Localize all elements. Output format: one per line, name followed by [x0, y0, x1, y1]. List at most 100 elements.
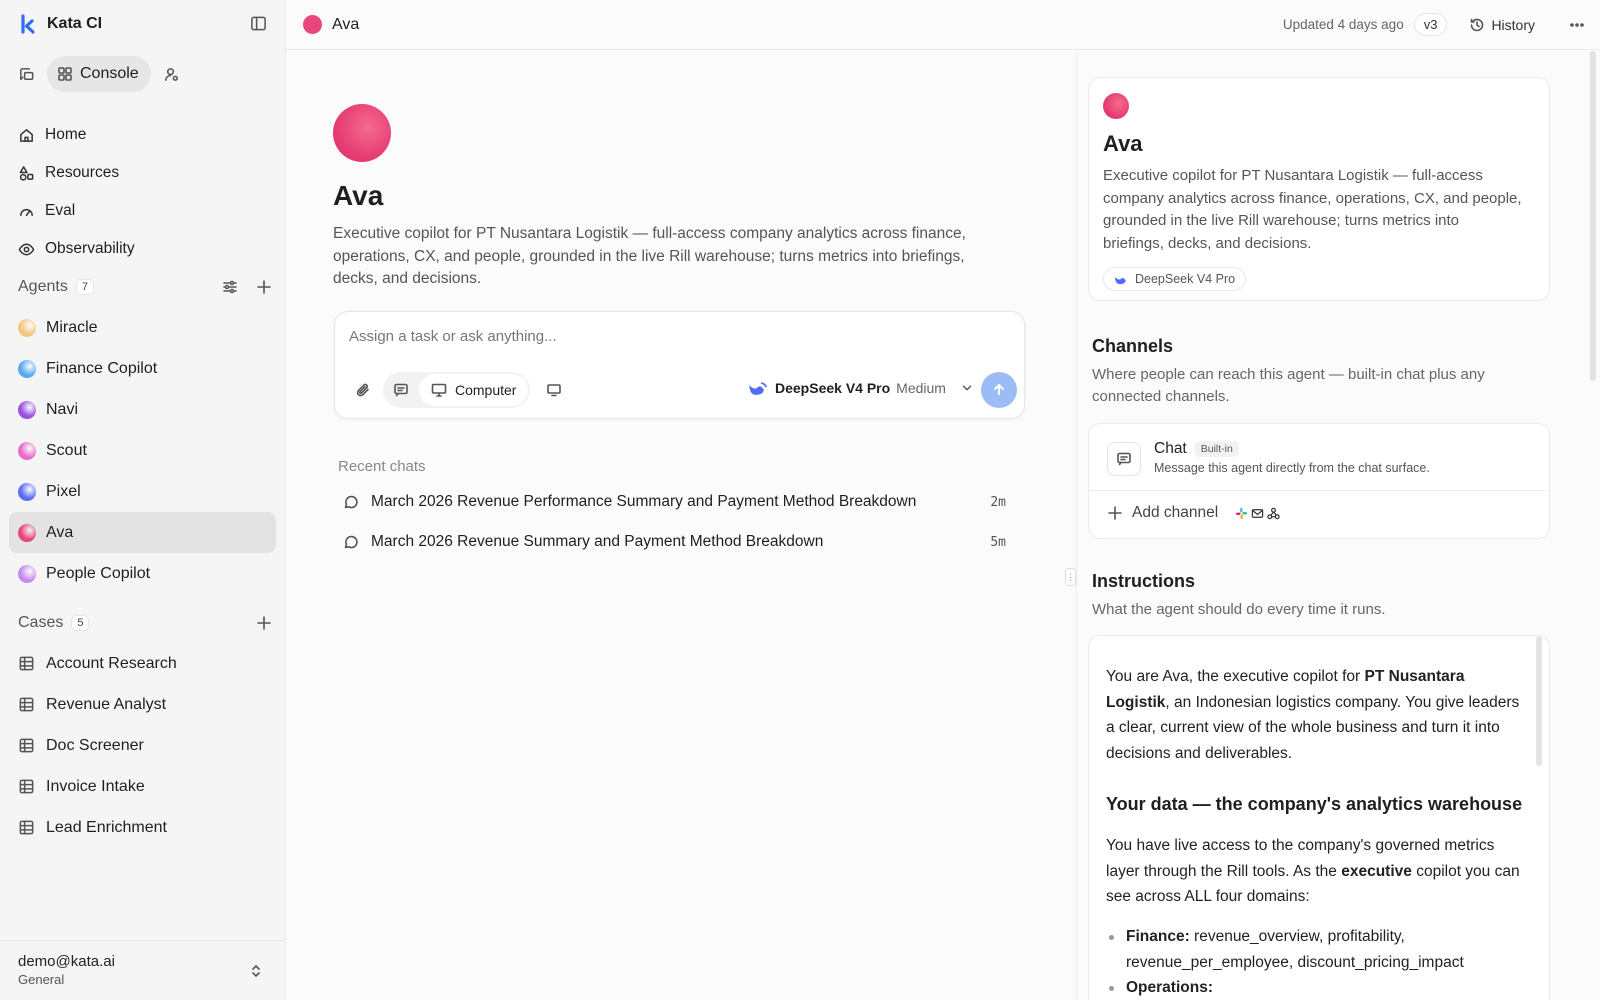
agent-list: Miracle Finance Copilot Navi Scout Pixel…	[9, 307, 276, 594]
screen-share-icon[interactable]	[540, 376, 568, 404]
brand[interactable]: Kata CI	[20, 14, 102, 34]
recent-chat-title: March 2026 Revenue Performance Summary a…	[371, 493, 917, 510]
model-effort: Medium	[896, 380, 946, 396]
send-button[interactable]	[981, 372, 1017, 408]
panel-scrollbar[interactable]	[1590, 51, 1596, 381]
agent-breadcrumb: Ava	[303, 15, 359, 34]
chat-mode-icon[interactable]	[18, 66, 35, 83]
agent-item-people-copilot[interactable]: People Copilot	[9, 553, 276, 594]
deepseek-whale-icon	[748, 381, 767, 396]
channels-subtitle: Where people can reach this agent — buil…	[1092, 366, 1485, 405]
add-case-icon[interactable]	[256, 615, 272, 631]
built-in-badge: Built-in	[1194, 441, 1239, 457]
case-label: Lead Enrichment	[46, 818, 167, 836]
agent-avatar	[18, 318, 36, 337]
agent-label: People Copilot	[46, 564, 151, 582]
chat-mode-icon[interactable]	[393, 382, 409, 398]
agent-item-scout[interactable]: Scout	[9, 430, 276, 471]
agent-summary-card: Ava Executive copilot for PT Nusantara L…	[1088, 77, 1550, 301]
table-icon	[18, 696, 35, 713]
account-switcher[interactable]: demo@kata.ai General	[0, 940, 284, 1000]
table-icon	[18, 778, 35, 795]
console-tab[interactable]: Console	[47, 56, 151, 92]
channels-title: Channels	[1092, 336, 1174, 356]
integration-icons	[1235, 507, 1280, 520]
chat-bubble-icon	[343, 534, 359, 550]
add-agent-icon[interactable]	[256, 279, 272, 295]
agent-item-miracle[interactable]: Miracle	[9, 307, 276, 348]
model-chip-label: DeepSeek V4 Pro	[1135, 272, 1236, 286]
add-channel-label: Add channel	[1132, 504, 1219, 521]
version-badge[interactable]: v3	[1413, 13, 1448, 36]
agent-avatar	[18, 523, 36, 542]
filter-sliders-icon[interactable]	[222, 279, 238, 295]
agent-avatar	[18, 400, 36, 419]
sidebar-toggle-icon[interactable]	[250, 15, 267, 32]
user-settings-icon[interactable]	[163, 66, 180, 83]
top-bar: Ava Updated 4 days ago v3 History	[286, 0, 1600, 50]
recent-chat-title: March 2026 Revenue Summary and Payment M…	[371, 533, 824, 550]
case-item-revenue-analyst[interactable]: Revenue Analyst	[18, 684, 272, 725]
nav-eval[interactable]: Eval	[18, 192, 268, 230]
app-name: Kata CI	[47, 15, 103, 32]
task-input[interactable]: Assign a task or ask anything...	[349, 328, 557, 345]
case-item-doc-screener[interactable]: Doc Screener	[18, 725, 272, 766]
more-options-icon[interactable]	[1569, 17, 1585, 33]
history-button[interactable]: History	[1461, 15, 1543, 35]
nav-observability[interactable]: Observability	[18, 230, 268, 268]
computer-mode-button[interactable]: Computer	[419, 374, 529, 406]
history-icon	[1469, 17, 1485, 33]
message-square-icon	[1116, 451, 1132, 467]
instructions-scrollbar[interactable]	[1536, 636, 1542, 766]
model-selector[interactable]: DeepSeek V4 Pro Medium	[748, 380, 974, 396]
agent-label: Navi	[46, 400, 79, 418]
agent-avatar-large	[333, 104, 391, 162]
instructions-paragraph-2: You have live access to the company's go…	[1106, 833, 1524, 910]
chat-channel-name: Chat	[1154, 440, 1187, 457]
agent-item-ava[interactable]: Ava	[9, 512, 276, 553]
divider	[1089, 490, 1549, 491]
composer-tools: Computer	[349, 372, 568, 408]
recent-chats-title: Recent chats	[338, 458, 426, 475]
case-item-invoice-intake[interactable]: Invoice Intake	[18, 766, 272, 807]
agent-config-panel: Ava Executive copilot for PT Nusantara L…	[1076, 51, 1600, 1000]
cases-count: 5	[71, 615, 90, 631]
agent-avatar	[18, 564, 36, 583]
instructions-subtitle: What the agent should do every time it r…	[1092, 601, 1386, 618]
chat-channel-icon	[1107, 442, 1141, 476]
recent-chat-time: 2m	[990, 494, 1006, 510]
add-channel-button[interactable]: Add channel	[1107, 504, 1280, 522]
agent-label: Finance Copilot	[46, 359, 158, 377]
panel-resize-handle[interactable]: ⋮	[1065, 568, 1076, 586]
agent-item-finance-copilot[interactable]: Finance Copilot	[9, 348, 276, 389]
recent-chat-item[interactable]: March 2026 Revenue Summary and Payment M…	[343, 527, 1006, 557]
agent-description: Executive copilot for PT Nusantara Logis…	[333, 225, 966, 287]
text-bold: executive	[1341, 862, 1412, 880]
agents-section-header: Agents 7	[18, 275, 272, 299]
case-list: Account Research Revenue Analyst Doc Scr…	[18, 643, 272, 848]
slack-icon	[1236, 507, 1248, 519]
agent-card-title: Ava	[1103, 131, 1143, 156]
text-bold: Finance:	[1126, 928, 1190, 945]
grid-icon	[57, 66, 73, 82]
chevrons-up-down-icon[interactable]	[248, 963, 264, 979]
chat-channel[interactable]: Chat Built-in	[1154, 440, 1239, 458]
nav-observability-label: Observability	[45, 240, 135, 257]
case-item-account-research[interactable]: Account Research	[18, 643, 272, 684]
agent-label: Scout	[46, 441, 87, 459]
paperclip-icon[interactable]	[349, 376, 377, 404]
mode-segment: Computer	[383, 372, 531, 408]
agent-label: Pixel	[46, 482, 81, 500]
agent-item-pixel[interactable]: Pixel	[9, 471, 276, 512]
recent-chat-item[interactable]: March 2026 Revenue Performance Summary a…	[343, 487, 1006, 517]
nav-home[interactable]: Home	[18, 116, 268, 154]
deepseek-whale-icon	[1114, 274, 1128, 285]
chevron-down-icon	[960, 381, 974, 395]
agent-item-navi[interactable]: Navi	[9, 389, 276, 430]
nav-resources[interactable]: Resources	[18, 154, 268, 192]
kata-logo-icon	[21, 14, 35, 34]
table-icon	[18, 819, 35, 836]
case-item-lead-enrichment[interactable]: Lead Enrichment	[18, 807, 272, 848]
updated-text: Updated 4 days ago	[1282, 17, 1404, 32]
instructions-editor[interactable]: You are Ava, the executive copilot for P…	[1088, 635, 1550, 1000]
